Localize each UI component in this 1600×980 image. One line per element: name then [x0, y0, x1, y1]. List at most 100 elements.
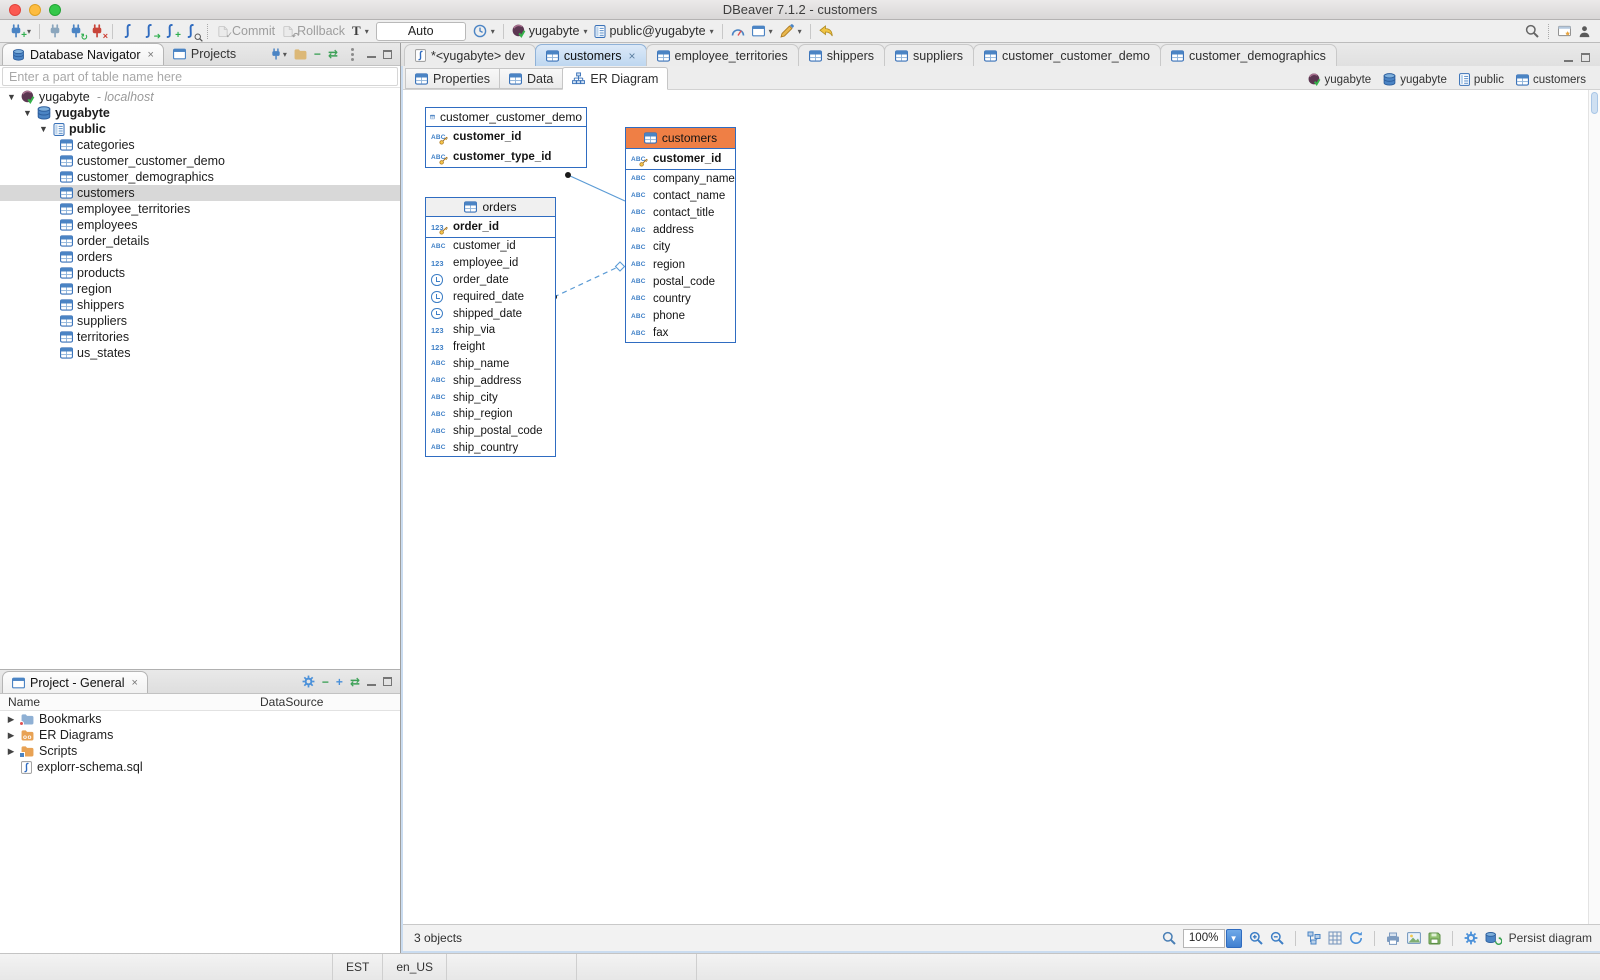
project-item-scripts[interactable]: ▶ Scripts — [0, 743, 400, 759]
connect-button[interactable] — [45, 21, 65, 41]
entity-column[interactable]: customer_id — [626, 149, 735, 169]
entity-column[interactable]: order_date — [426, 272, 555, 289]
collapse-all-icon[interactable]: − — [314, 47, 321, 61]
schema-selector[interactable]: public@yugabyte ▾ — [591, 21, 716, 41]
entity-column[interactable]: address — [626, 222, 735, 239]
entity-column[interactable]: phone — [626, 308, 735, 325]
connection-selector[interactable]: yugabyte ▾ — [509, 21, 591, 41]
entity-column[interactable]: ship_city — [426, 389, 555, 406]
table-filter-input[interactable] — [2, 67, 398, 86]
tab-properties[interactable]: Properties — [405, 68, 500, 89]
entity-column[interactable]: company_name — [626, 170, 735, 187]
expand-arrow-icon[interactable]: ▶ — [6, 746, 16, 757]
entity-header[interactable]: orders — [426, 198, 555, 217]
persist-diagram-icon[interactable] — [1485, 931, 1502, 945]
transaction-mode-button[interactable]: T▾ — [349, 21, 372, 41]
zoom-in-icon[interactable] — [1249, 931, 1263, 945]
entity-customers[interactable]: customers customer_id — [625, 127, 736, 343]
editor-tab[interactable]: *<yugabyte> dev × — [404, 44, 536, 66]
disconnect-button[interactable]: × — [87, 21, 107, 41]
undo-navigation-button[interactable] — [816, 21, 836, 41]
entity-column[interactable]: ship_region — [426, 406, 555, 423]
entity-column[interactable]: customer_id — [426, 238, 555, 255]
new-sql-editor-button[interactable]: + — [160, 21, 180, 41]
editor-tab[interactable]: shippers × — [798, 44, 885, 66]
save-icon[interactable] — [1428, 932, 1441, 945]
search-button[interactable] — [1522, 21, 1542, 41]
tree-item-table[interactable]: suppliers — [0, 313, 400, 329]
expand-arrow-icon[interactable]: ▼ — [38, 124, 49, 134]
editor-tab[interactable]: customer_customer_demo × — [973, 44, 1161, 66]
tab-projects[interactable]: Projects — [164, 43, 245, 65]
new-connection-button[interactable]: + ▾ — [6, 21, 34, 41]
entity-column[interactable]: ship_address — [426, 372, 555, 389]
entity-column[interactable]: country — [626, 290, 735, 307]
link-with-editor-icon[interactable]: ⇄ — [350, 675, 360, 689]
persist-diagram-label[interactable]: Persist diagram — [1509, 931, 1592, 945]
expand-arrow-icon[interactable]: ▶ — [6, 730, 16, 741]
entity-column[interactable]: fax — [626, 325, 735, 342]
entity-column[interactable]: region — [626, 256, 735, 273]
entity-orders[interactable]: orders order_id — [425, 197, 556, 457]
entity-column[interactable]: order_id — [426, 217, 555, 237]
tree-item-table[interactable]: products — [0, 265, 400, 281]
column-datasource[interactable]: DataSource — [260, 695, 400, 709]
open-perspective-button[interactable] — [1555, 21, 1574, 41]
entity-column[interactable]: employee_id — [426, 255, 555, 272]
entity-column[interactable]: ship_country — [426, 440, 555, 457]
tab-database-navigator[interactable]: Database Navigator × — [2, 43, 164, 65]
new-connection-small-button[interactable]: ▾ — [270, 48, 287, 60]
breadcrumb-schema[interactable]: public — [1459, 73, 1504, 86]
project-item-er-diagrams[interactable]: ▶ oo ER Diagrams — [0, 727, 400, 743]
project-item-sql-file[interactable]: explorr-schema.sql — [0, 759, 400, 775]
entity-column[interactable]: customer_type_id — [426, 147, 586, 167]
breadcrumb-connection[interactable]: yugabyte — [1308, 73, 1372, 86]
dashboard-button[interactable] — [728, 21, 748, 41]
tree-item-table[interactable]: employee_territories — [0, 201, 400, 217]
find-sql-button[interactable] — [181, 21, 201, 41]
vertical-scrollbar[interactable] — [1588, 90, 1600, 924]
editor-tab[interactable]: customers × — [535, 44, 647, 66]
tab-close-icon[interactable]: × — [628, 49, 635, 63]
breadcrumb-table[interactable]: customers — [1516, 74, 1586, 86]
tree-item-table[interactable]: order_details — [0, 233, 400, 249]
entity-column[interactable]: contact_title — [626, 204, 735, 221]
entity-column[interactable]: customer_id — [426, 127, 586, 147]
entity-column[interactable]: ship_via — [426, 322, 555, 339]
zoom-level-combo[interactable]: 100% ▼ — [1183, 929, 1242, 948]
entity-column[interactable]: freight — [426, 339, 555, 356]
entity-column[interactable]: ship_postal_code — [426, 423, 555, 440]
tree-item-schema[interactable]: ▼ public — [0, 121, 400, 137]
transaction-mode-combo[interactable]: Auto — [376, 22, 466, 41]
expand-arrow-icon[interactable]: ▼ — [22, 108, 33, 118]
toggle-grid-icon[interactable] — [1328, 931, 1342, 945]
relationship-customer_customer_demo-customers[interactable] — [568, 175, 625, 201]
tree-item-table[interactable]: categories — [0, 137, 400, 153]
tab-close-icon[interactable]: × — [131, 677, 137, 689]
gear-icon[interactable] — [302, 675, 315, 688]
minimize-editor-icon[interactable] — [1564, 54, 1573, 62]
column-name[interactable]: Name — [0, 695, 260, 709]
zoom-out-icon[interactable] — [1270, 931, 1284, 945]
entity-column[interactable]: contact_name — [626, 187, 735, 204]
entity-column[interactable]: required_date — [426, 288, 555, 305]
tree-item-table[interactable]: us_states — [0, 345, 400, 361]
tab-close-icon[interactable]: × — [147, 49, 153, 61]
editor-tab[interactable]: suppliers × — [884, 44, 974, 66]
print-diagram-icon[interactable] — [1386, 932, 1400, 945]
maximize-view-icon[interactable] — [383, 677, 392, 686]
expand-arrow-icon[interactable]: ▶ — [6, 714, 16, 725]
editor-tab[interactable]: employee_territories × — [646, 44, 799, 66]
new-folder-icon[interactable] — [294, 48, 307, 60]
minimize-view-icon[interactable] — [367, 678, 376, 686]
tree-item-table[interactable]: employees — [0, 217, 400, 233]
maximize-editor-icon[interactable] — [1581, 53, 1590, 62]
entity-column[interactable]: shipped_date — [426, 305, 555, 322]
reconnect-button[interactable]: ↻ — [66, 21, 86, 41]
link-with-editor-icon[interactable]: ⇄ — [328, 47, 338, 61]
minimize-view-icon[interactable] — [367, 50, 376, 58]
commit-button[interactable]: ✓ Commit — [214, 21, 278, 41]
tab-data[interactable]: Data — [499, 68, 563, 89]
tree-item-table[interactable]: customer_demographics — [0, 169, 400, 185]
tree-item-table[interactable]: customer_customer_demo — [0, 153, 400, 169]
